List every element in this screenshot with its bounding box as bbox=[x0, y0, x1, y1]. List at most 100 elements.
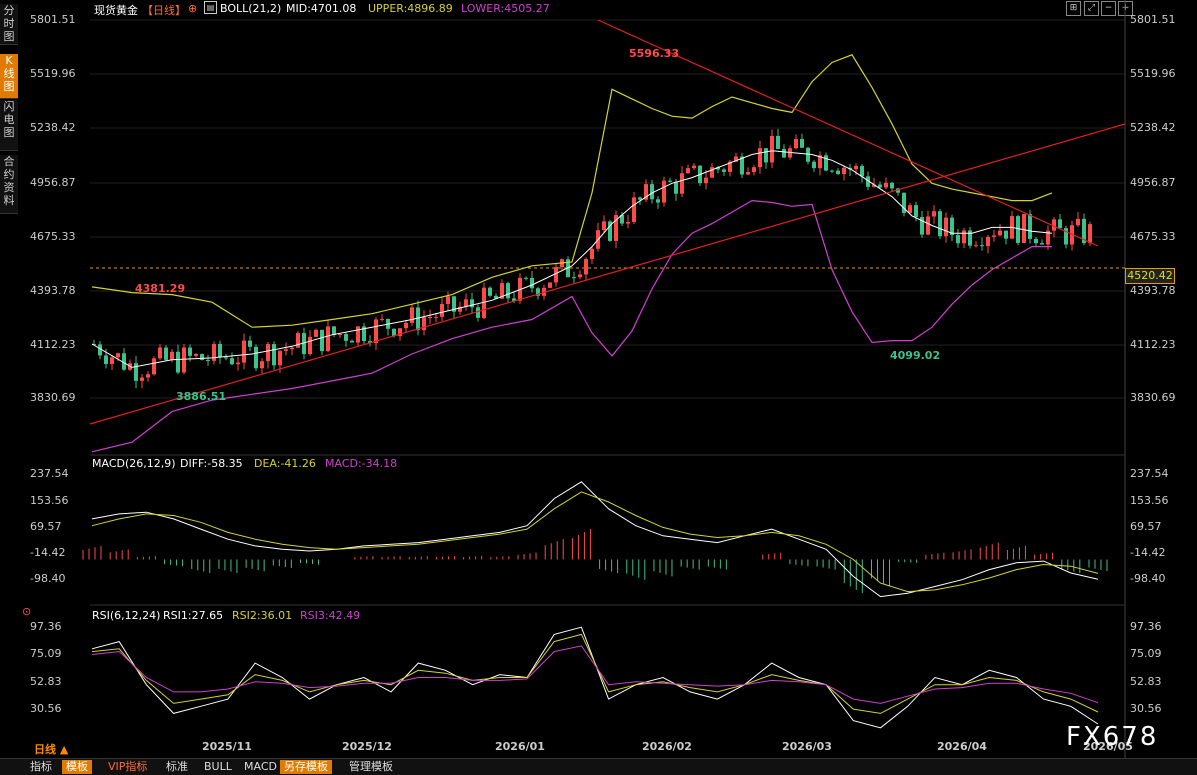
macd-value: MACD:-34.18 bbox=[325, 457, 398, 470]
candle-body bbox=[908, 205, 912, 213]
candle-body bbox=[140, 377, 144, 381]
candle-body bbox=[338, 334, 342, 336]
candle-body bbox=[710, 167, 714, 178]
price-tick: 3830.69 bbox=[1130, 391, 1176, 404]
candle-body bbox=[506, 283, 510, 299]
candle-body bbox=[638, 197, 642, 200]
candle-body bbox=[1028, 214, 1032, 239]
rsi-tick: 52.83 bbox=[1130, 675, 1162, 688]
candle-body bbox=[1040, 243, 1044, 245]
price-tick-left: 4112.23 bbox=[30, 338, 76, 351]
candle-body bbox=[944, 217, 948, 237]
macd-tick: -98.40 bbox=[1130, 572, 1166, 585]
macd-diff-line bbox=[91, 481, 1099, 598]
candle-body bbox=[176, 351, 180, 373]
price-tick: 5238.42 bbox=[1130, 121, 1176, 134]
bottom-toolbar: 指标 模板 VIP指标 标准 BULL MACD 另存模板 管理模板 bbox=[0, 758, 1197, 775]
candle-body bbox=[764, 148, 768, 163]
macd-tick-left: 237.54 bbox=[30, 467, 69, 480]
rsi3-value: RSI3:42.49 bbox=[300, 609, 361, 622]
price-tick: 4393.78 bbox=[1130, 284, 1176, 297]
tab-vip-indicator[interactable]: VIP指标 bbox=[104, 760, 151, 774]
candle-body bbox=[284, 349, 288, 351]
tab-macd[interactable]: MACD bbox=[240, 760, 281, 774]
tab-manage-template[interactable]: 管理模板 bbox=[345, 760, 397, 774]
candle-body bbox=[704, 177, 708, 184]
macd-tick-left: -14.42 bbox=[30, 546, 66, 559]
rsi-tick: 30.56 bbox=[1130, 702, 1162, 715]
price-tick-left: 4956.87 bbox=[30, 176, 76, 189]
candle-body bbox=[662, 180, 666, 203]
x-tick: 2025/12 bbox=[342, 740, 392, 753]
candle-body bbox=[686, 168, 690, 174]
rsi1-value: RSI1:27.65 bbox=[163, 609, 224, 622]
tab-standard[interactable]: 标准 bbox=[162, 760, 192, 774]
candle-body bbox=[1058, 219, 1062, 229]
macd-tick: 237.54 bbox=[1130, 467, 1169, 480]
early-high-annotation: 4381.29 bbox=[135, 282, 185, 295]
macd-histogram bbox=[82, 529, 1108, 594]
rsi-tick-left: 97.36 bbox=[30, 620, 62, 633]
candle-body bbox=[206, 359, 210, 361]
candle-body bbox=[674, 181, 678, 194]
candle-body bbox=[938, 211, 942, 237]
candle-body bbox=[308, 336, 312, 355]
price-tick-left: 5519.96 bbox=[30, 67, 76, 80]
candle-body bbox=[776, 135, 780, 149]
candle-body bbox=[656, 199, 660, 203]
candle-body bbox=[320, 329, 324, 352]
candle-body bbox=[464, 299, 468, 307]
candle-body bbox=[800, 139, 804, 148]
price-tick-left: 5238.42 bbox=[30, 121, 76, 134]
candle-body bbox=[746, 172, 750, 175]
candle-body bbox=[278, 350, 282, 366]
candle-body bbox=[572, 277, 576, 279]
candle-body bbox=[428, 316, 432, 318]
period-selector[interactable]: 日线 ▲ bbox=[34, 741, 68, 757]
candle-body bbox=[260, 361, 264, 369]
candle-body bbox=[488, 287, 492, 296]
macd-name: MACD(26,12,9) bbox=[92, 457, 176, 470]
candle-body bbox=[632, 197, 636, 222]
candle-body bbox=[116, 353, 120, 358]
macd-tick-left: 69.57 bbox=[30, 520, 62, 533]
candle-body bbox=[680, 173, 684, 194]
x-tick: 2026/02 bbox=[642, 740, 692, 753]
candle-body bbox=[992, 235, 996, 237]
rsi2-line bbox=[91, 633, 1099, 714]
rsi-settings-icon[interactable]: ⊙ bbox=[22, 605, 31, 618]
macd-tick-left: 153.56 bbox=[30, 494, 69, 507]
candle-body bbox=[914, 205, 918, 217]
candle-body bbox=[254, 346, 258, 369]
candle-body bbox=[962, 230, 966, 244]
candle-body bbox=[602, 221, 606, 231]
candle-body bbox=[476, 307, 480, 318]
tab-template[interactable]: 模板 bbox=[62, 760, 92, 774]
candle-body bbox=[806, 147, 810, 162]
macd-diff: DIFF:-58.35 bbox=[180, 457, 243, 470]
candle-body bbox=[1034, 238, 1038, 244]
candle-body bbox=[290, 347, 294, 350]
candle-body bbox=[956, 235, 960, 244]
candle-body bbox=[248, 340, 252, 347]
tab-save-template[interactable]: 另存模板 bbox=[280, 760, 332, 774]
candle-body bbox=[554, 267, 558, 283]
watermark-logo: FX678 bbox=[1066, 722, 1159, 752]
candles bbox=[92, 128, 1092, 389]
rsi-tick-left: 30.56 bbox=[30, 702, 62, 715]
tab-indicator[interactable]: 指标 bbox=[26, 760, 56, 774]
x-tick: 2026/01 bbox=[495, 740, 545, 753]
candle-body bbox=[266, 344, 270, 362]
last-price-label: 4520.42 bbox=[1125, 268, 1175, 284]
tab-bull[interactable]: BULL bbox=[200, 760, 236, 774]
candle-body bbox=[824, 155, 828, 171]
rsi2-value: RSI2:36.01 bbox=[232, 609, 293, 622]
candle-body bbox=[998, 230, 1002, 236]
candle-body bbox=[812, 161, 816, 169]
macd-tick-left: -98.40 bbox=[30, 572, 66, 585]
rising-trendline[interactable] bbox=[89, 123, 1126, 425]
x-tick: 2026/04 bbox=[937, 740, 987, 753]
boll-upper-line bbox=[91, 54, 1053, 328]
macd-tick: 69.57 bbox=[1130, 520, 1162, 533]
candle-body bbox=[110, 357, 114, 364]
